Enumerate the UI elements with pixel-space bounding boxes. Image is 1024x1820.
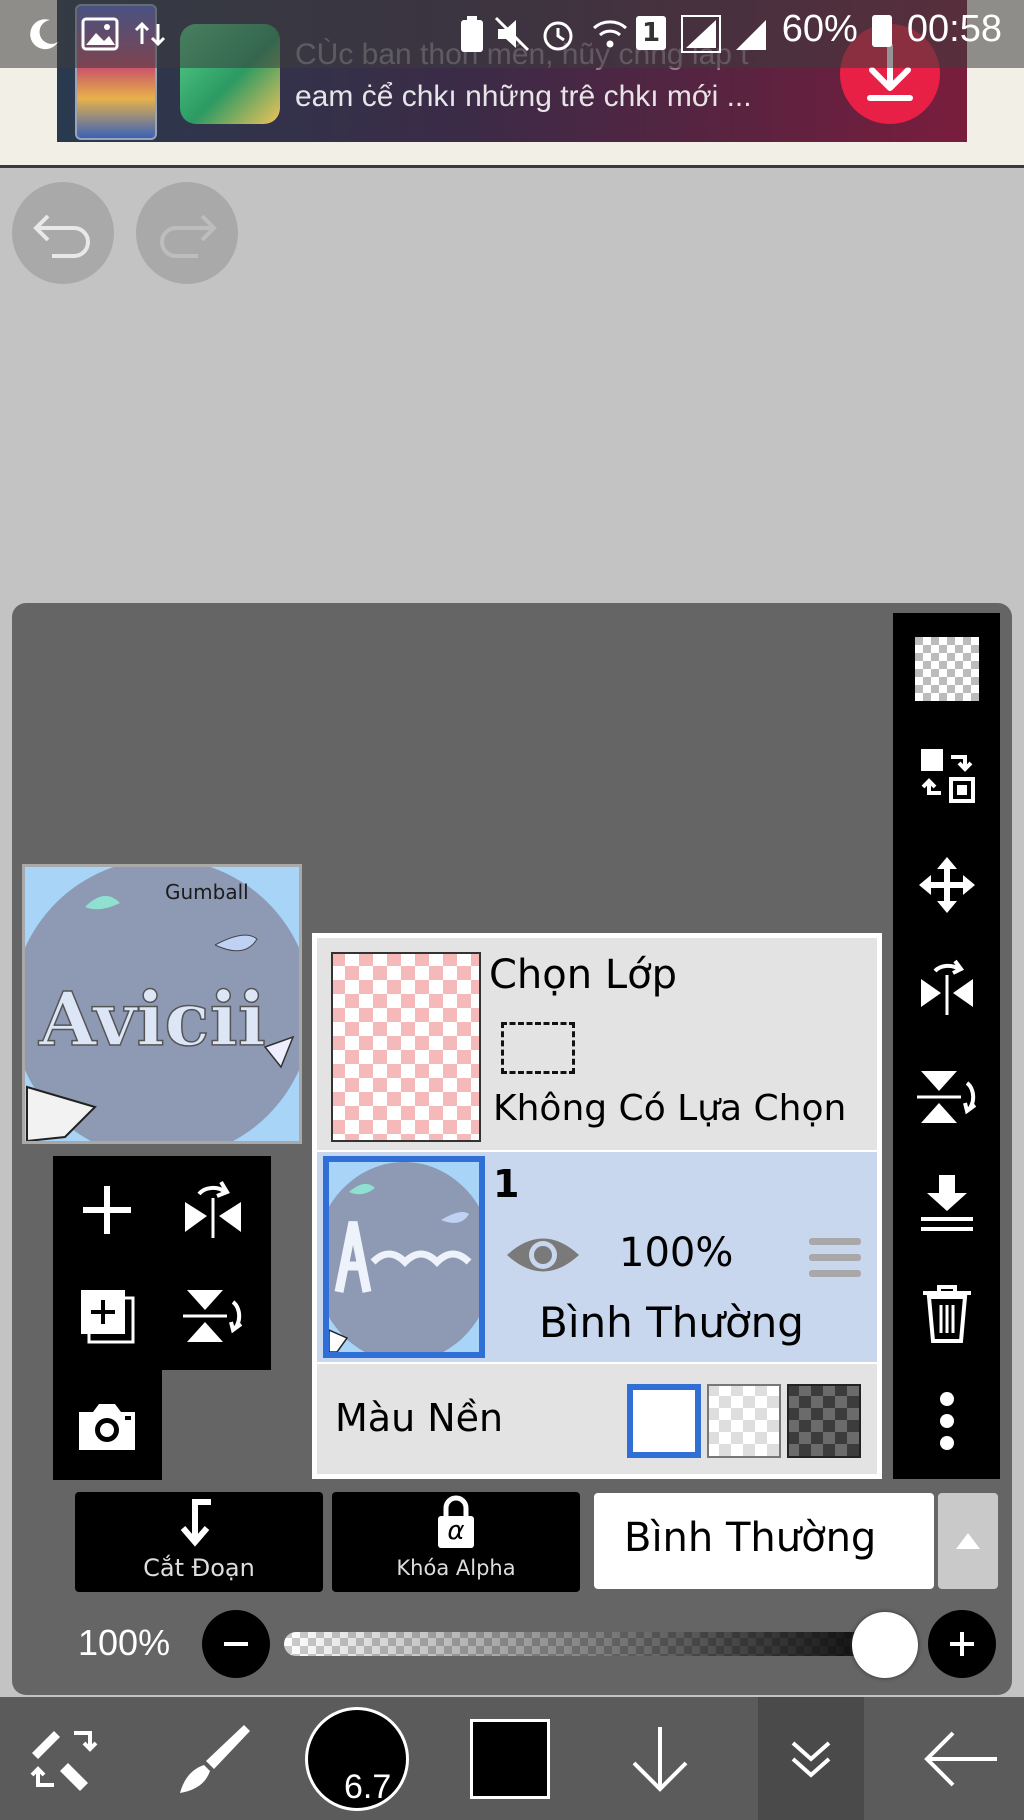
more-options-button[interactable] (893, 1389, 1000, 1453)
chevron-double-down-icon (791, 1741, 831, 1778)
flip-layer-icon[interactable] (181, 1178, 245, 1242)
layer-list: Chọn Lớp Không Có Lựa Chọn 1 100% Bình T… (312, 933, 882, 1479)
alpha-lock-button[interactable]: α Khóa Alpha (332, 1492, 580, 1592)
back-button[interactable] (900, 1697, 1024, 1820)
marquee-icon (501, 1022, 575, 1074)
brush-eraser-switch-icon (30, 1730, 98, 1791)
bg-option-transparent[interactable] (707, 1384, 781, 1458)
plus-icon (950, 1632, 974, 1656)
data-transfer-icon (134, 21, 166, 47)
flip-horizontal-button[interactable] (893, 957, 1000, 1021)
background-color-row: Màu Nền (317, 1364, 877, 1474)
blend-mode-value: Bình Thường (624, 1515, 877, 1561)
tool-switch-button[interactable] (0, 1697, 128, 1820)
background-color-label: Màu Nền (335, 1396, 504, 1440)
more-vertical-icon (939, 1392, 954, 1450)
undo-button[interactable] (12, 182, 114, 284)
blend-mode-dropdown-button[interactable] (938, 1493, 998, 1589)
checkerboard-icon (914, 637, 979, 701)
clipping-label: Cắt Đoạn (143, 1554, 255, 1582)
flip-vertical-button[interactable] (893, 1065, 1000, 1129)
brush-size-value: 6.7 (344, 1767, 392, 1806)
minus-icon (224, 1642, 248, 1646)
opacity-track[interactable] (284, 1630, 910, 1658)
move-down-button[interactable] (610, 1697, 710, 1820)
opacity-slider-row: 100% (12, 1610, 1012, 1678)
brush-icon (180, 1724, 250, 1793)
sim-icon: 1 (636, 16, 666, 50)
arrow-down-icon (632, 1726, 688, 1792)
canvas-thumbnail: Gumball Avicii (22, 864, 302, 1144)
clock: 00:58 (906, 8, 1002, 50)
blend-mode-select[interactable]: Bình Thường (594, 1493, 934, 1589)
delete-layer-button[interactable] (893, 1281, 1000, 1345)
ad-text-line2: eam ċể chkı những trê chkı mới ... (295, 80, 752, 113)
brush-size-button[interactable]: 6.7 (302, 1697, 412, 1820)
moon-icon (30, 19, 58, 50)
flip-horizontal-icon (920, 959, 973, 1015)
opacity-value: 100% (78, 1622, 171, 1663)
opacity-increase-button[interactable] (928, 1610, 996, 1678)
layer-1-thumbnail (323, 1156, 485, 1358)
move-icon (918, 857, 975, 913)
drag-handle-icon[interactable] (807, 1232, 863, 1284)
transparent-fill-button[interactable] (893, 637, 1000, 701)
layer-1-opacity: 100% (619, 1230, 734, 1276)
status-right: 60% 00:58 (782, 8, 1002, 51)
layer-1-name: 1 (493, 1162, 520, 1206)
brush-button[interactable] (150, 1697, 278, 1820)
clipping-button[interactable]: Cắt Đoạn (75, 1492, 323, 1592)
duplicate-layer-icon[interactable] (75, 1284, 139, 1348)
thumb-caption-2: Avicii (38, 977, 266, 1063)
selection-layer-title: Chọn Lớp (489, 952, 677, 998)
merge-down-button[interactable] (893, 1171, 1000, 1235)
alpha-lock-label: Khóa Alpha (396, 1556, 516, 1580)
status-bar: 1 60% 00:58 (0, 0, 1024, 68)
flip-vertical-icon (916, 1071, 976, 1123)
layers-button[interactable] (758, 1697, 864, 1820)
battery-percent: 60% (781, 8, 858, 50)
triangle-up-icon (956, 1533, 980, 1549)
camera-icon[interactable] (75, 1394, 139, 1458)
opacity-decrease-button[interactable] (202, 1610, 270, 1678)
gallery-icon (81, 17, 119, 51)
swap-icon (920, 749, 975, 803)
redo-icon (160, 214, 217, 258)
layer-1-blend-mode: Bình Thường (539, 1298, 804, 1347)
move-button[interactable] (893, 853, 1000, 917)
redo-button[interactable] (136, 182, 238, 284)
undo-icon (33, 214, 90, 258)
bottom-toolbar: 6.7 (0, 1697, 1024, 1820)
selection-layer-thumbnail (331, 952, 481, 1142)
thumb-caption-1: Gumball (165, 880, 249, 904)
alpha-symbol: α (447, 1516, 465, 1546)
eye-icon[interactable] (503, 1228, 583, 1282)
bg-option-white[interactable] (627, 1384, 701, 1458)
signal-icon-2 (736, 20, 766, 50)
layer-row-1[interactable]: 1 100% Bình Thường (317, 1152, 877, 1362)
add-layer-icon[interactable] (75, 1178, 139, 1242)
mute-icon (494, 16, 530, 52)
merge-down-icon (920, 1175, 973, 1231)
trash-icon (922, 1285, 971, 1343)
brush-size-circle: 6.7 (305, 1706, 409, 1811)
selection-layer-row[interactable]: Chọn Lớp Không Có Lựa Chọn (317, 938, 877, 1150)
selection-layer-subtitle: Không Có Lựa Chọn (493, 1088, 847, 1129)
layer-tools-toolbar (893, 613, 1000, 1479)
battery-saver-icon (461, 16, 483, 52)
clipping-arrow-icon (180, 1499, 211, 1547)
color-swatch (470, 1718, 550, 1799)
color-button[interactable] (460, 1697, 560, 1820)
wifi-icon (593, 20, 627, 48)
battery-icon (872, 14, 893, 47)
signal-icon (681, 15, 721, 53)
bg-option-dark-checker[interactable] (787, 1384, 861, 1458)
swap-layer-button[interactable] (893, 743, 1000, 807)
alarm-icon (543, 21, 573, 51)
opacity-thumb[interactable] (852, 1612, 918, 1678)
arrow-left-icon (924, 1731, 997, 1786)
flip-vertical-layer-icon[interactable] (181, 1284, 245, 1348)
